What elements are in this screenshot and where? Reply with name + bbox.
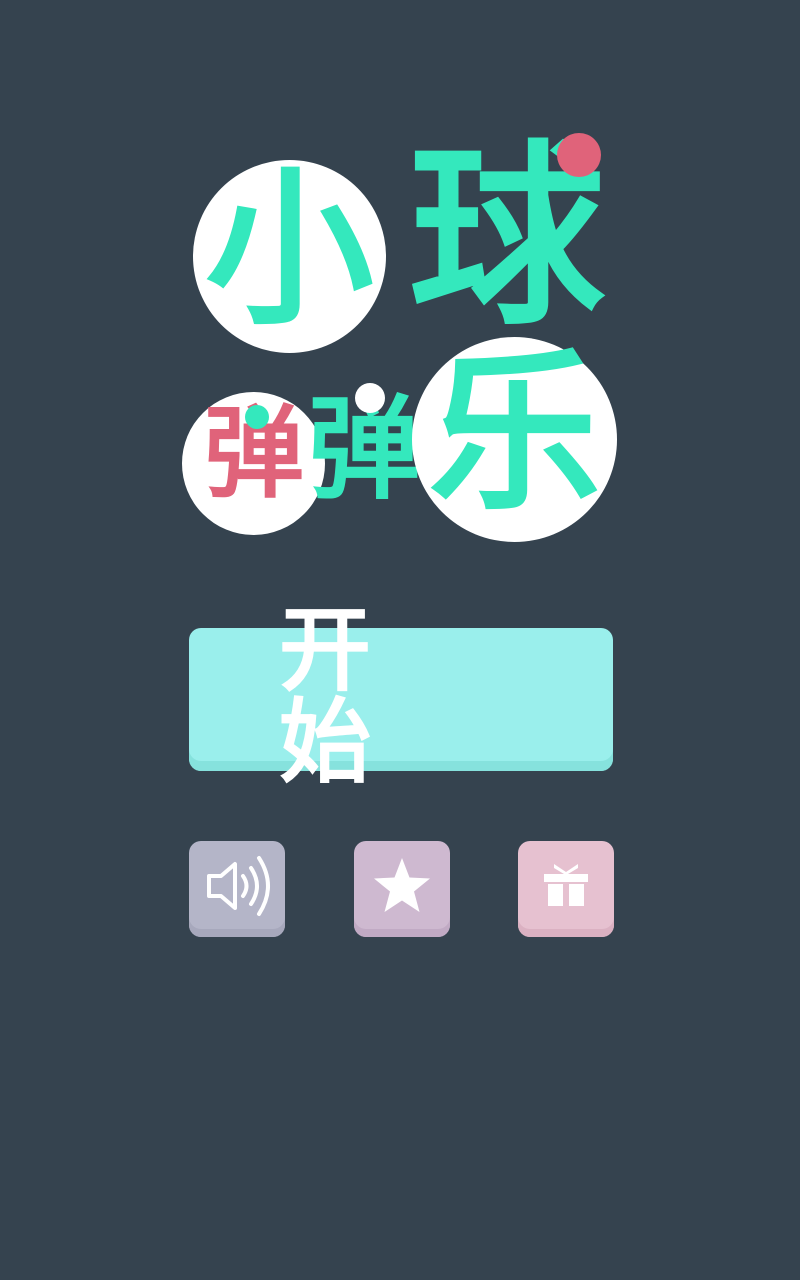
game-logo: 小 球 弹 弹 乐 [0,0,800,600]
logo-green-dot [245,405,269,429]
logo-char-small: 小 [205,152,374,348]
start-button-label: 开始 [279,596,462,796]
main-menu-screen: 小 球 弹 弹 乐 开始 [0,0,800,1280]
speaker-icon [201,856,273,922]
logo-char-joy: 乐 [428,333,601,534]
star-icon [370,858,434,918]
start-button[interactable]: 开始 [189,604,613,788]
gift-icon [540,864,592,912]
rate-star-button[interactable] [354,841,450,937]
logo-white-dot [355,383,385,413]
logo-red-dot [557,133,601,177]
sound-toggle-button[interactable] [189,841,285,937]
gift-button[interactable] [518,841,614,937]
